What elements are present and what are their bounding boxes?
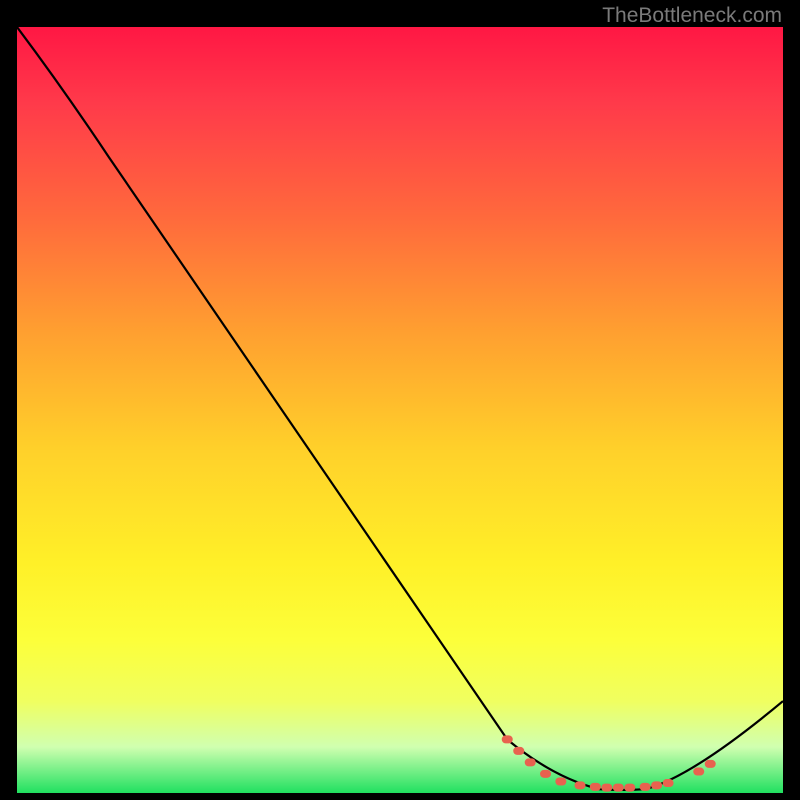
chart-plot-area <box>17 27 783 793</box>
marker-dot <box>640 783 651 791</box>
curve-markers <box>502 735 716 791</box>
watermark-text: TheBottleneck.com <box>602 4 782 28</box>
marker-dot <box>705 760 716 768</box>
marker-dot <box>613 784 624 792</box>
marker-dot <box>663 779 674 787</box>
marker-dot <box>590 783 601 791</box>
marker-dot <box>525 758 536 766</box>
chart-svg <box>17 27 783 793</box>
marker-dot <box>513 747 524 755</box>
marker-dot <box>555 778 566 786</box>
marker-dot <box>601 784 612 792</box>
marker-dot <box>540 770 551 778</box>
marker-dot <box>651 781 662 789</box>
curve-line <box>17 27 783 790</box>
marker-dot <box>575 781 586 789</box>
marker-dot <box>624 784 635 792</box>
marker-dot <box>502 735 513 743</box>
marker-dot <box>693 768 704 776</box>
